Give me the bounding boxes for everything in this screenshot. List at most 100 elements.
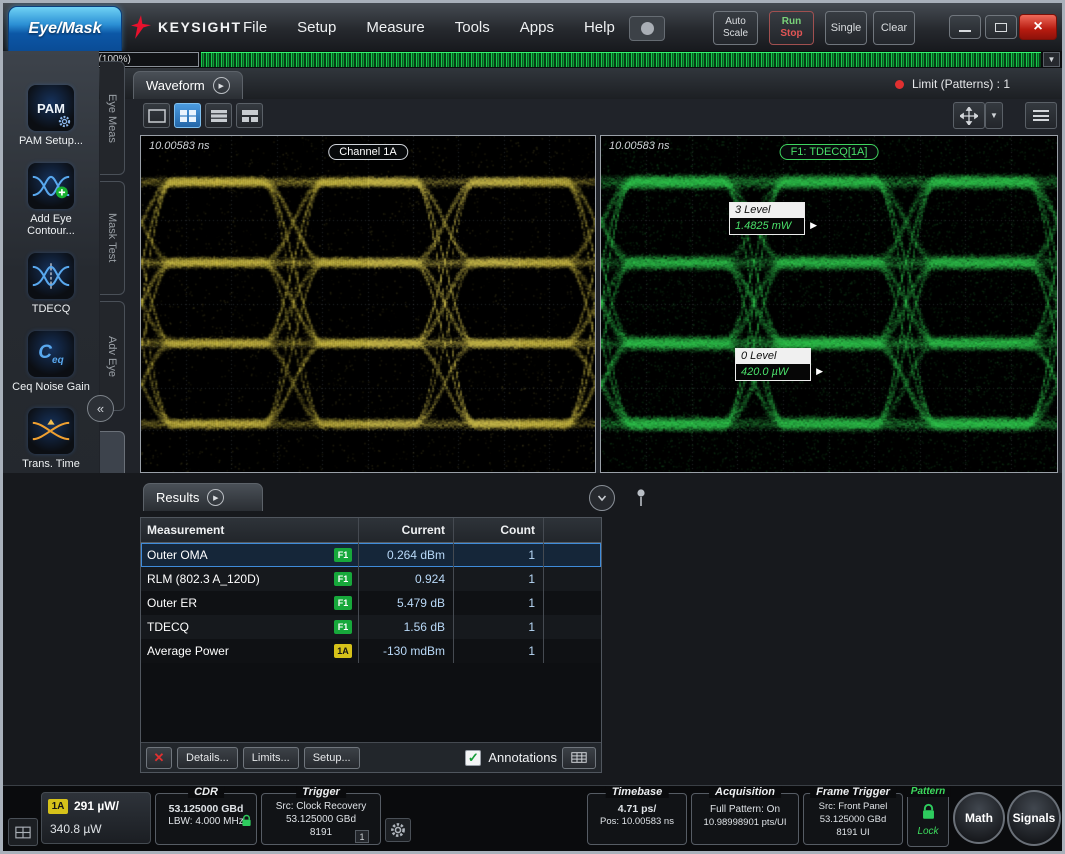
col-measurement: Measurement [141, 518, 359, 542]
menu-bar: File Setup Measure Tools Apps Help [243, 3, 615, 51]
pattern-acquisition-strip: Pattern Acquisition (100%) ▼ [3, 51, 1062, 68]
close-icon: × [1033, 18, 1042, 36]
minimize-button[interactable] [949, 15, 981, 39]
time-label: 10.00583 ns [149, 140, 210, 152]
setup-button[interactable]: Setup... [304, 747, 360, 769]
source-badge-f1: F1 [334, 596, 352, 610]
sidebar-item-trans-time[interactable]: Trans. Time [8, 408, 94, 471]
pan-tool-button[interactable] [953, 102, 985, 129]
vtab-eye-meas[interactable]: Eye Meas [100, 61, 125, 175]
function-f1-label[interactable]: F1: TDECQ[1A] [780, 144, 879, 160]
annotations-toggle[interactable]: ✓ Annotations [465, 750, 557, 766]
layout-quad-button[interactable] [174, 103, 201, 128]
pam-setup-icon: PAM [28, 85, 74, 131]
table-view-button[interactable] [562, 747, 596, 769]
layout-split-button[interactable] [236, 103, 263, 128]
clear-button[interactable]: Clear [873, 11, 915, 45]
table-row-outer-oma[interactable]: Outer OMA F1 0.264 dBm 1 [141, 543, 601, 567]
results-pin-button[interactable] [633, 485, 649, 511]
table-row-average-power[interactable]: Average Power 1A -130 mdBm 1 [141, 639, 601, 663]
table-grid-icon [571, 751, 587, 764]
brand-text: KEYSIGHT [158, 19, 242, 35]
math-button[interactable]: Math [953, 792, 1005, 844]
source-badge-1a: 1A [334, 644, 352, 658]
cdr-panel[interactable]: CDR 53.125000 GBd LBW: 4.000 MHz [155, 793, 257, 845]
maximize-button[interactable] [985, 15, 1017, 39]
limit-status-icon [895, 80, 904, 89]
annotation-0-level[interactable]: 0 Level 420.0 µW ▶ [735, 348, 811, 381]
menu-file[interactable]: File [243, 19, 267, 36]
timebase-panel[interactable]: Timebase 4.71 ps/ Pos: 10.00583 ns [587, 793, 687, 845]
trigger-source-badge: 1 [355, 830, 369, 843]
table-row-tdecq[interactable]: TDECQ F1 1.56 dB 1 [141, 615, 601, 639]
auto-scale-button[interactable]: Auto Scale [713, 11, 758, 45]
maximize-icon [995, 23, 1007, 32]
trans-time-icon [28, 408, 74, 454]
chevron-down-icon: ▼ [990, 111, 998, 120]
limit-status: Limit (Patterns) : 1 [895, 71, 1010, 97]
col-count: Count [454, 518, 544, 542]
waveform-play-icon[interactable]: ▶ [213, 77, 230, 94]
eye-diagram-tdecq-canvas[interactable] [601, 136, 1057, 472]
menu-apps[interactable]: Apps [520, 19, 554, 36]
source-badge-f1: F1 [334, 548, 352, 562]
results-play-icon[interactable]: ▶ [207, 489, 224, 506]
close-button[interactable]: × [1019, 14, 1057, 40]
results-collapse-button[interactable] [589, 485, 615, 511]
layout-single-button[interactable] [143, 103, 170, 128]
channel-1a-panel[interactable]: 1A 291 µW/ 340.8 µW [41, 792, 151, 844]
hamburger-icon [1033, 110, 1049, 121]
limits-button[interactable]: Limits... [243, 747, 299, 769]
display-menu-button[interactable] [1025, 102, 1057, 129]
eye-diagram-channel-1a-canvas[interactable] [141, 136, 595, 472]
run-stop-button[interactable]: Run Stop [769, 11, 814, 45]
table-row-rlm[interactable]: RLM (802.3 A_120D) F1 0.924 1 [141, 567, 601, 591]
col-current: Current [359, 518, 454, 542]
channel-1a-label[interactable]: Channel 1A [328, 144, 408, 160]
keysight-spark-icon [131, 15, 151, 39]
frame-trigger-panel[interactable]: Frame Trigger Src: Front Panel 53.125000… [803, 793, 903, 845]
layout-quad-icon [179, 109, 197, 123]
menu-tools[interactable]: Tools [455, 19, 490, 36]
keysight-logo: KEYSIGHT [131, 3, 242, 51]
pan-tool-dropdown[interactable]: ▼ [985, 102, 1003, 129]
channel-offset: 340.8 µW [50, 822, 102, 836]
layout-rows-button[interactable] [205, 103, 232, 128]
single-button[interactable]: Single [825, 11, 867, 45]
screenshot-button[interactable] [629, 16, 665, 41]
vtab-mask-test[interactable]: Mask Test [100, 181, 125, 295]
delete-measurement-button[interactable]: ✕ [146, 747, 172, 769]
annotation-3-level[interactable]: 3 Level 1.4825 mW ▶ [729, 202, 805, 235]
checkbox-checked-icon[interactable]: ✓ [465, 750, 481, 766]
tab-results[interactable]: Results ▶ [143, 483, 263, 511]
sidebar-collapse-button[interactable]: « [87, 395, 114, 422]
sidebar-item-pam-setup[interactable]: PAM PAM Setup... [8, 85, 94, 148]
acquisition-dropdown-button[interactable]: ▼ [1043, 52, 1060, 67]
sidebar-item-add-eye-contour[interactable]: Add Eye Contour... [8, 163, 94, 238]
app-window: Eye/Mask KEYSIGHT File Setup Measure Too… [0, 0, 1065, 854]
display-panel-left: 10.00583 ns Channel 1A [140, 135, 596, 473]
display-panel-right: 10.00583 ns F1: TDECQ[1A] 3 Level 1.4825… [600, 135, 1058, 473]
pattern-waveform-preview [201, 52, 1041, 67]
source-badge-f1: F1 [334, 572, 352, 586]
pan-icon [960, 107, 978, 125]
menu-measure[interactable]: Measure [366, 19, 424, 36]
acquisition-panel[interactable]: Acquisition Full Pattern: On 10.98998901… [691, 793, 799, 845]
details-button[interactable]: Details... [177, 747, 238, 769]
pattern-lock-panel[interactable]: Pattern Lock [907, 793, 949, 847]
waveform-header-row: Waveform ▶ Limit (Patterns) : 1 [3, 68, 1062, 99]
settings-button[interactable] [385, 818, 411, 842]
menu-help[interactable]: Help [584, 19, 615, 36]
window-grid-icon [15, 826, 31, 839]
tab-eye-mask[interactable]: Eye/Mask [8, 6, 122, 51]
table-row-outer-er[interactable]: Outer ER F1 5.479 dB 1 [141, 591, 601, 615]
channel-scale: 291 µW/ [74, 799, 119, 813]
tab-waveform[interactable]: Waveform ▶ [133, 71, 243, 99]
camera-icon [641, 22, 654, 35]
layout-restore-button[interactable] [8, 818, 38, 846]
sidebar-item-tdecq[interactable]: TDECQ [8, 253, 94, 316]
tdecq-icon [28, 253, 74, 299]
signals-button[interactable]: Signals [1007, 790, 1061, 846]
menu-setup[interactable]: Setup [297, 19, 336, 36]
sidebar-item-ceq-noise-gain[interactable]: Ceq Ceq Noise Gain [8, 331, 94, 394]
